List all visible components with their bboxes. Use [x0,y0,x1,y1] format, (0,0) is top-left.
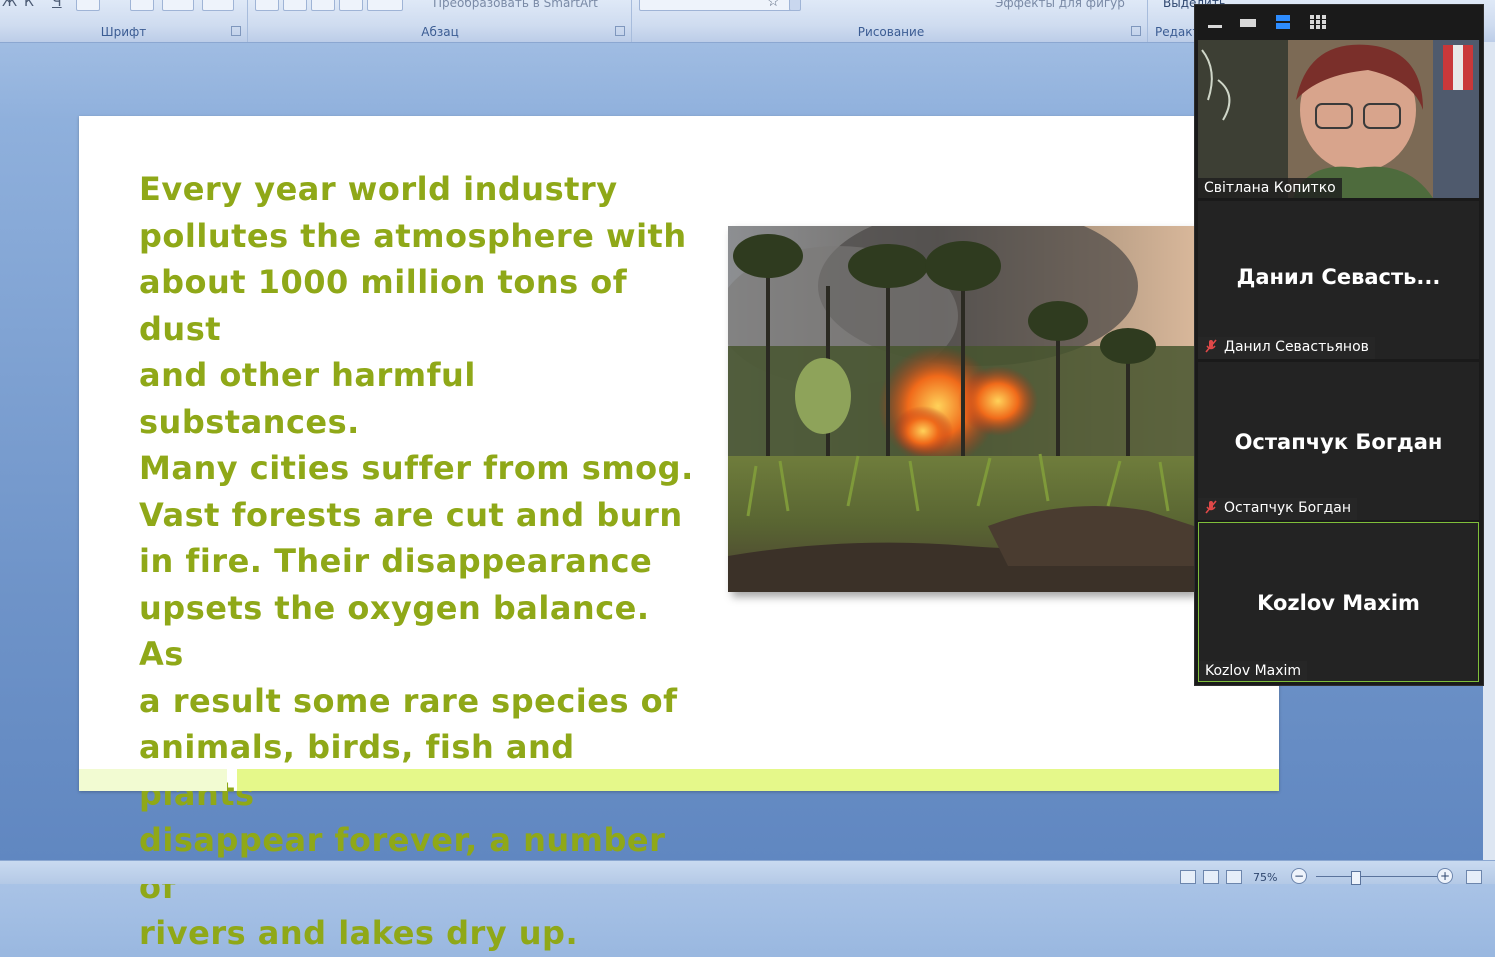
strikethrough-button[interactable] [76,0,100,11]
ribbon-group-font: Ж К Ч Шрифт › [0,0,248,42]
zoom-out-icon[interactable]: − [1291,868,1307,884]
forest-fire-photo[interactable] [728,226,1194,592]
char-spacing-button[interactable] [130,0,154,11]
participant-name-text: Данил Севастьянов [1224,339,1369,355]
participant-name-label: Данил Севастьянов [1198,337,1375,359]
status-bar: 75% − + [0,860,1495,885]
align-right-button[interactable] [311,0,335,11]
participant-name-label: Остапчук Богдан [1198,498,1358,520]
star-shape-icon[interactable]: ☆ [767,0,780,10]
video-panel-toolbar [1195,5,1483,39]
slide-body-text[interactable]: Every year world industry pollutes the a… [139,166,699,957]
shape-effects-button[interactable]: Эффекты для фигур [995,0,1125,10]
ribbon-group-label: Рисование [857,25,925,39]
justify-button[interactable] [339,0,363,11]
text-line: Many cities suffer from smog. [139,449,694,487]
participant-tile-active-speaker[interactable]: Kozlov Maxim Kozlov Maxim [1198,522,1479,682]
participant-tile[interactable]: Данил Севасть... Данил Севастьянов [1198,201,1479,359]
gallery-view-icon[interactable] [1308,14,1328,30]
participant-video [1198,40,1479,198]
underline-icon[interactable]: Ч [52,0,62,10]
dialog-launcher-icon[interactable]: › [231,26,241,36]
footer-band-right [237,769,1279,791]
smartart-button[interactable]: Преобразовать в SmartArt [433,0,598,10]
slideshow-view-icon[interactable] [1226,870,1242,884]
fit-to-window-icon[interactable] [1466,870,1482,884]
columns-button[interactable] [367,0,403,11]
participant-display-name: Остапчук Богдан [1234,430,1443,454]
text-line: Vast forests are cut and burn [139,495,683,534]
slide[interactable]: Every year world industry pollutes the a… [79,116,1279,952]
participant-tile[interactable]: Остапчук Богдан Остапчук Богдан [1198,362,1479,520]
ribbon-group-paragraph: Преобразовать в SmartArt Абзац › [249,0,632,42]
zoom-slider-track[interactable] [1316,876,1438,877]
zoom-level[interactable]: 75% [1253,871,1277,884]
change-case-button[interactable] [162,0,194,11]
text-line: pollutes the atmosphere with [139,216,687,255]
text-line: Every year world industry [139,170,618,208]
text-line: a result some rare species of [139,681,678,720]
participant-tile[interactable]: Світлана Копитко [1198,40,1479,198]
text-line: upsets the oxygen balance. As [139,588,650,674]
forest-fire-image [728,226,1194,592]
bold-icon[interactable]: Ж [2,0,17,10]
muted-mic-icon [1204,339,1218,357]
vertical-scrollbar[interactable] [1483,42,1495,860]
align-center-button[interactable] [283,0,307,11]
ribbon-group-label: Абзац [421,25,459,39]
gallery-more-button[interactable] [789,0,801,11]
ribbon-group-drawing: ☆ Эффекты для фигур Рисование › [635,0,1148,42]
dialog-launcher-icon[interactable]: › [615,26,625,36]
normal-view-icon[interactable] [1180,870,1196,884]
slide-sorter-icon[interactable] [1203,870,1219,884]
video-panel: Світлана Копитко Данил Севасть... Данил … [1194,4,1484,686]
muted-mic-icon [1204,500,1218,518]
ribbon-group-label: Шрифт [100,25,147,39]
speaker-view-icon[interactable] [1273,14,1293,30]
text-line: rivers and lakes dry up. [139,914,579,952]
text-line: about 1000 million tons of dust [139,263,628,348]
participant-display-name: Данил Севасть... [1236,265,1441,289]
participant-name-text: Остапчук Богдан [1224,500,1352,516]
footer-band-left [79,769,227,791]
participant-name-label: Kozlov Maxim [1199,661,1308,681]
participant-display-name: Kozlov Maxim [1257,591,1420,615]
hide-video-icon[interactable] [1238,14,1258,30]
dialog-launcher-icon[interactable]: › [1131,26,1141,36]
clear-format-button[interactable] [202,0,234,11]
text-line: and other harmful substances. [139,356,476,441]
align-left-button[interactable] [255,0,279,11]
minimize-icon[interactable] [1205,14,1225,30]
italic-icon[interactable]: К [24,0,34,10]
participant-name-label: Світлана Копитко [1198,178,1342,198]
text-line: in fire. Their disappearance [139,542,653,580]
zoom-in-icon[interactable]: + [1437,868,1453,884]
